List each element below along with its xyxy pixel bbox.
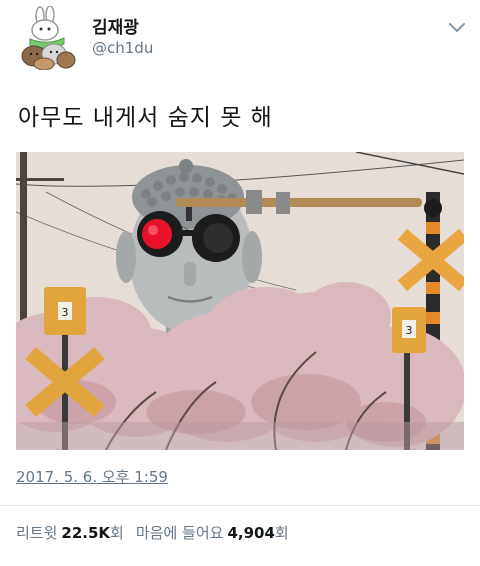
retweets-label: 리트윗 xyxy=(16,524,58,542)
user-display-name[interactable]: 김재광 xyxy=(92,13,139,38)
likes-unit: 회 xyxy=(274,524,289,542)
likes-label: 마음에 들어요 xyxy=(135,524,224,542)
retweets-stat[interactable]: 리트윗 22.5K 회 xyxy=(16,522,124,543)
retweets-count: 22.5K xyxy=(61,524,111,542)
tweet-photo[interactable]: 3 3 xyxy=(16,152,464,450)
likes-count: 4,904 xyxy=(227,524,275,542)
user-handle[interactable]: @ch1du xyxy=(92,39,153,57)
photo-illustration: 3 3 xyxy=(16,152,464,450)
tweet-text: 아무도 내게서 숨지 못 해 xyxy=(18,105,273,131)
chevron-down-icon xyxy=(449,23,465,32)
tweet-menu-button[interactable] xyxy=(447,18,467,38)
divider xyxy=(0,505,480,506)
tweet-header: 김재광 @ch1du xyxy=(0,0,480,80)
svg-text:3: 3 xyxy=(406,324,413,337)
tweet-timestamp[interactable]: 2017. 5. 6. 오후 1:59 xyxy=(16,466,168,487)
retweets-unit: 회 xyxy=(110,524,124,542)
svg-text:3: 3 xyxy=(62,306,69,319)
tweet-stats: 리트윗 22.5K 회 마음에 들어요 4,904 회 xyxy=(16,522,289,543)
likes-stat[interactable]: 마음에 들어요 4,904 회 xyxy=(136,522,289,543)
avatar-illustration-icon xyxy=(20,5,76,71)
avatar[interactable] xyxy=(20,5,76,71)
